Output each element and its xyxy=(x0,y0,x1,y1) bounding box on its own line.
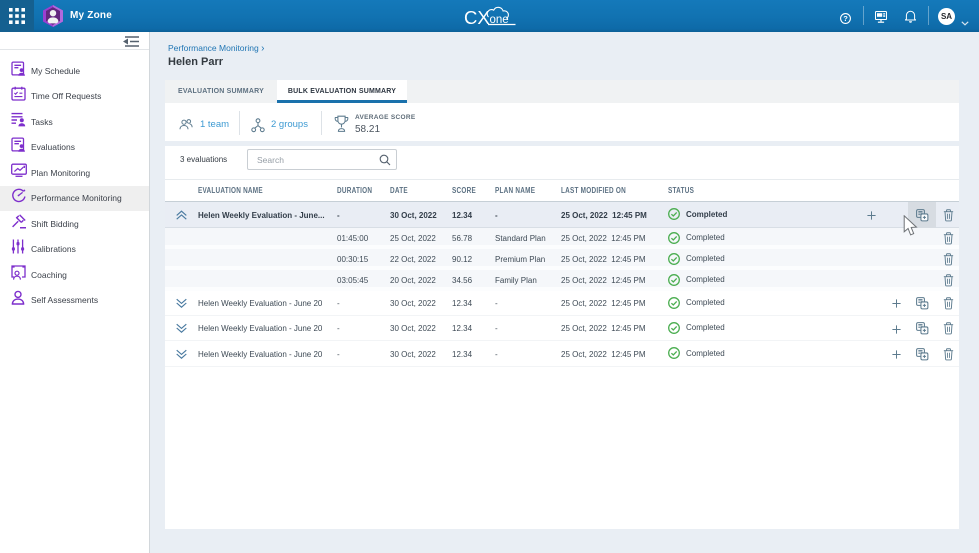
svg-text:?: ? xyxy=(843,14,848,23)
svg-text:CX: CX xyxy=(464,7,490,28)
